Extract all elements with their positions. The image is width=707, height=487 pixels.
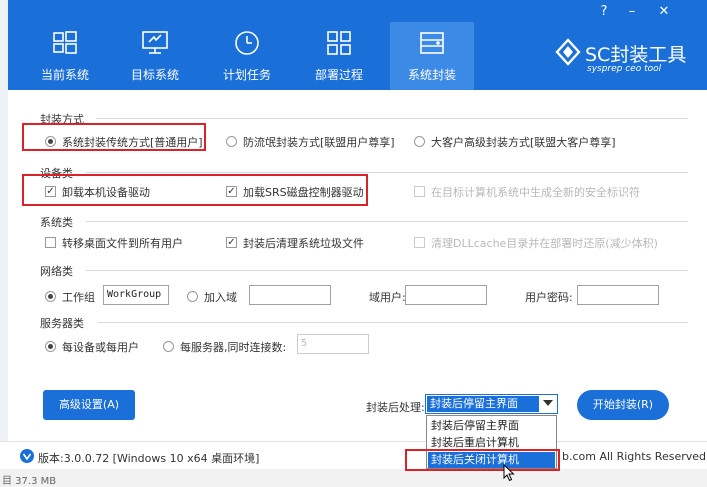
- section-divider: [86, 221, 688, 222]
- close-icon[interactable]: ✕: [655, 4, 673, 20]
- tab-current-system[interactable]: 当前系统: [30, 22, 100, 90]
- tab-target-system[interactable]: 目标系统: [120, 22, 190, 90]
- annotation-highlight: [405, 449, 560, 471]
- version-text: 版本:3.0.0.72 [Windows 10 x64 桌面环境]: [38, 452, 260, 465]
- packaging-option-label: 大客户高级封装方式[联盟大客户尊享]: [431, 136, 616, 149]
- advanced-settings-button[interactable]: 高级设置(A): [43, 390, 135, 420]
- chevron-down-icon: [543, 400, 553, 406]
- per-device-label: 每设备或每用户: [62, 341, 139, 354]
- dropdown-option-stay[interactable]: 封装后停留主界面: [428, 418, 555, 434]
- packaging-radio-enterprise[interactable]: [414, 136, 425, 147]
- per-server-label: 每服务器,同时连接数:: [180, 341, 287, 354]
- logo-title: SC封装工具: [585, 44, 687, 66]
- tab-label: 系统封装: [407, 68, 456, 82]
- user-password-label: 用户密码:: [525, 291, 573, 304]
- sc-sysprep-window: ? – ✕ 当前系统 目标系统 计划任务 部署过程 系统封装 SC封装工具 sy…: [0, 0, 707, 487]
- section-title-server: 服务器类: [40, 317, 84, 330]
- minimize-icon[interactable]: –: [623, 4, 641, 20]
- section-divider: [86, 270, 688, 271]
- version-badge-icon: [20, 449, 34, 463]
- domain-user-input[interactable]: [405, 285, 487, 305]
- help-icon[interactable]: ?: [595, 4, 613, 20]
- clean-dllcache-checkbox[interactable]: [414, 237, 425, 248]
- annotation-highlight: [22, 174, 368, 206]
- grid-icon: [326, 30, 352, 59]
- annotation-highlight: [22, 123, 206, 151]
- tab-label: 部署过程: [314, 68, 363, 82]
- post-process-label: 封装后处理:: [366, 401, 425, 414]
- post-process-selected: 封装后停留主界面: [427, 396, 539, 412]
- start-packaging-button[interactable]: 开始封装(R): [577, 390, 669, 420]
- connections-input[interactable]: 5: [297, 334, 369, 354]
- header-bar: ? – ✕ 当前系统 目标系统 计划任务 部署过程 系统封装 SC封装工具 sy…: [8, 0, 707, 90]
- domain-user-label: 域用户:: [369, 291, 406, 304]
- workgroup-radio[interactable]: [45, 291, 56, 302]
- mouse-cursor-icon: [503, 464, 515, 482]
- move-desktop-files-checkbox[interactable]: [45, 237, 56, 248]
- tab-label: 计划任务: [222, 68, 271, 82]
- logo-subtitle: sysprep ceo tool: [587, 64, 662, 74]
- monitor-icon: [141, 30, 169, 59]
- section-divider: [98, 322, 688, 323]
- status-footer: 版本:3.0.0.72 [Windows 10 x64 桌面环境] b.com …: [0, 441, 707, 469]
- tab-label: 目标系统: [130, 68, 179, 82]
- bottom-strip: 目 37.3 MB: [0, 469, 707, 487]
- clock-icon: [234, 30, 260, 59]
- clean-junk-files-checkbox[interactable]: ✓: [226, 237, 237, 248]
- tab-scheduled-tasks[interactable]: 计划任务: [212, 22, 282, 90]
- section-title-network: 网络类: [40, 265, 73, 278]
- workgroup-input[interactable]: WorkGroup: [103, 285, 169, 305]
- section-divider: [96, 118, 688, 119]
- tab-system-packaging[interactable]: 系统封装: [390, 22, 474, 90]
- section-divider: [86, 172, 688, 173]
- post-process-select[interactable]: 封装后停留主界面: [425, 394, 558, 414]
- logo-mark-icon: [555, 38, 581, 66]
- windows-icon: [52, 30, 78, 59]
- system-option-label: 转移桌面文件到所有用户: [62, 237, 183, 250]
- user-password-input[interactable]: [577, 285, 659, 305]
- drive-icon: [419, 30, 445, 59]
- system-option-label: 清理DLLcache目录并在部署时还原(减少体积): [431, 237, 658, 250]
- generate-sid-checkbox[interactable]: [414, 186, 425, 197]
- background-edge: [0, 0, 8, 469]
- section-title-system: 系统类: [40, 216, 73, 229]
- tab-deploy-process[interactable]: 部署过程: [304, 22, 374, 90]
- join-domain-radio[interactable]: [187, 291, 198, 302]
- per-server-radio[interactable]: [163, 341, 174, 352]
- join-domain-label: 加入域: [204, 291, 237, 304]
- workgroup-label: 工作组: [62, 291, 95, 304]
- packaging-option-label: 防流氓封装方式[联盟用户尊享]: [243, 136, 395, 149]
- copyright-text: b.com All Rights Reserved.: [562, 450, 707, 463]
- tab-label: 当前系统: [40, 68, 89, 82]
- domain-input[interactable]: [249, 285, 331, 305]
- per-device-radio[interactable]: [45, 341, 56, 352]
- device-option-label: 在目标计算机系统中生成全新的安全标识符: [431, 186, 640, 199]
- system-option-label: 封装后清理系统垃圾文件: [243, 237, 364, 250]
- packaging-radio-anti-rogue[interactable]: [226, 136, 237, 147]
- bottom-strip-text: 目 37.3 MB: [2, 476, 57, 487]
